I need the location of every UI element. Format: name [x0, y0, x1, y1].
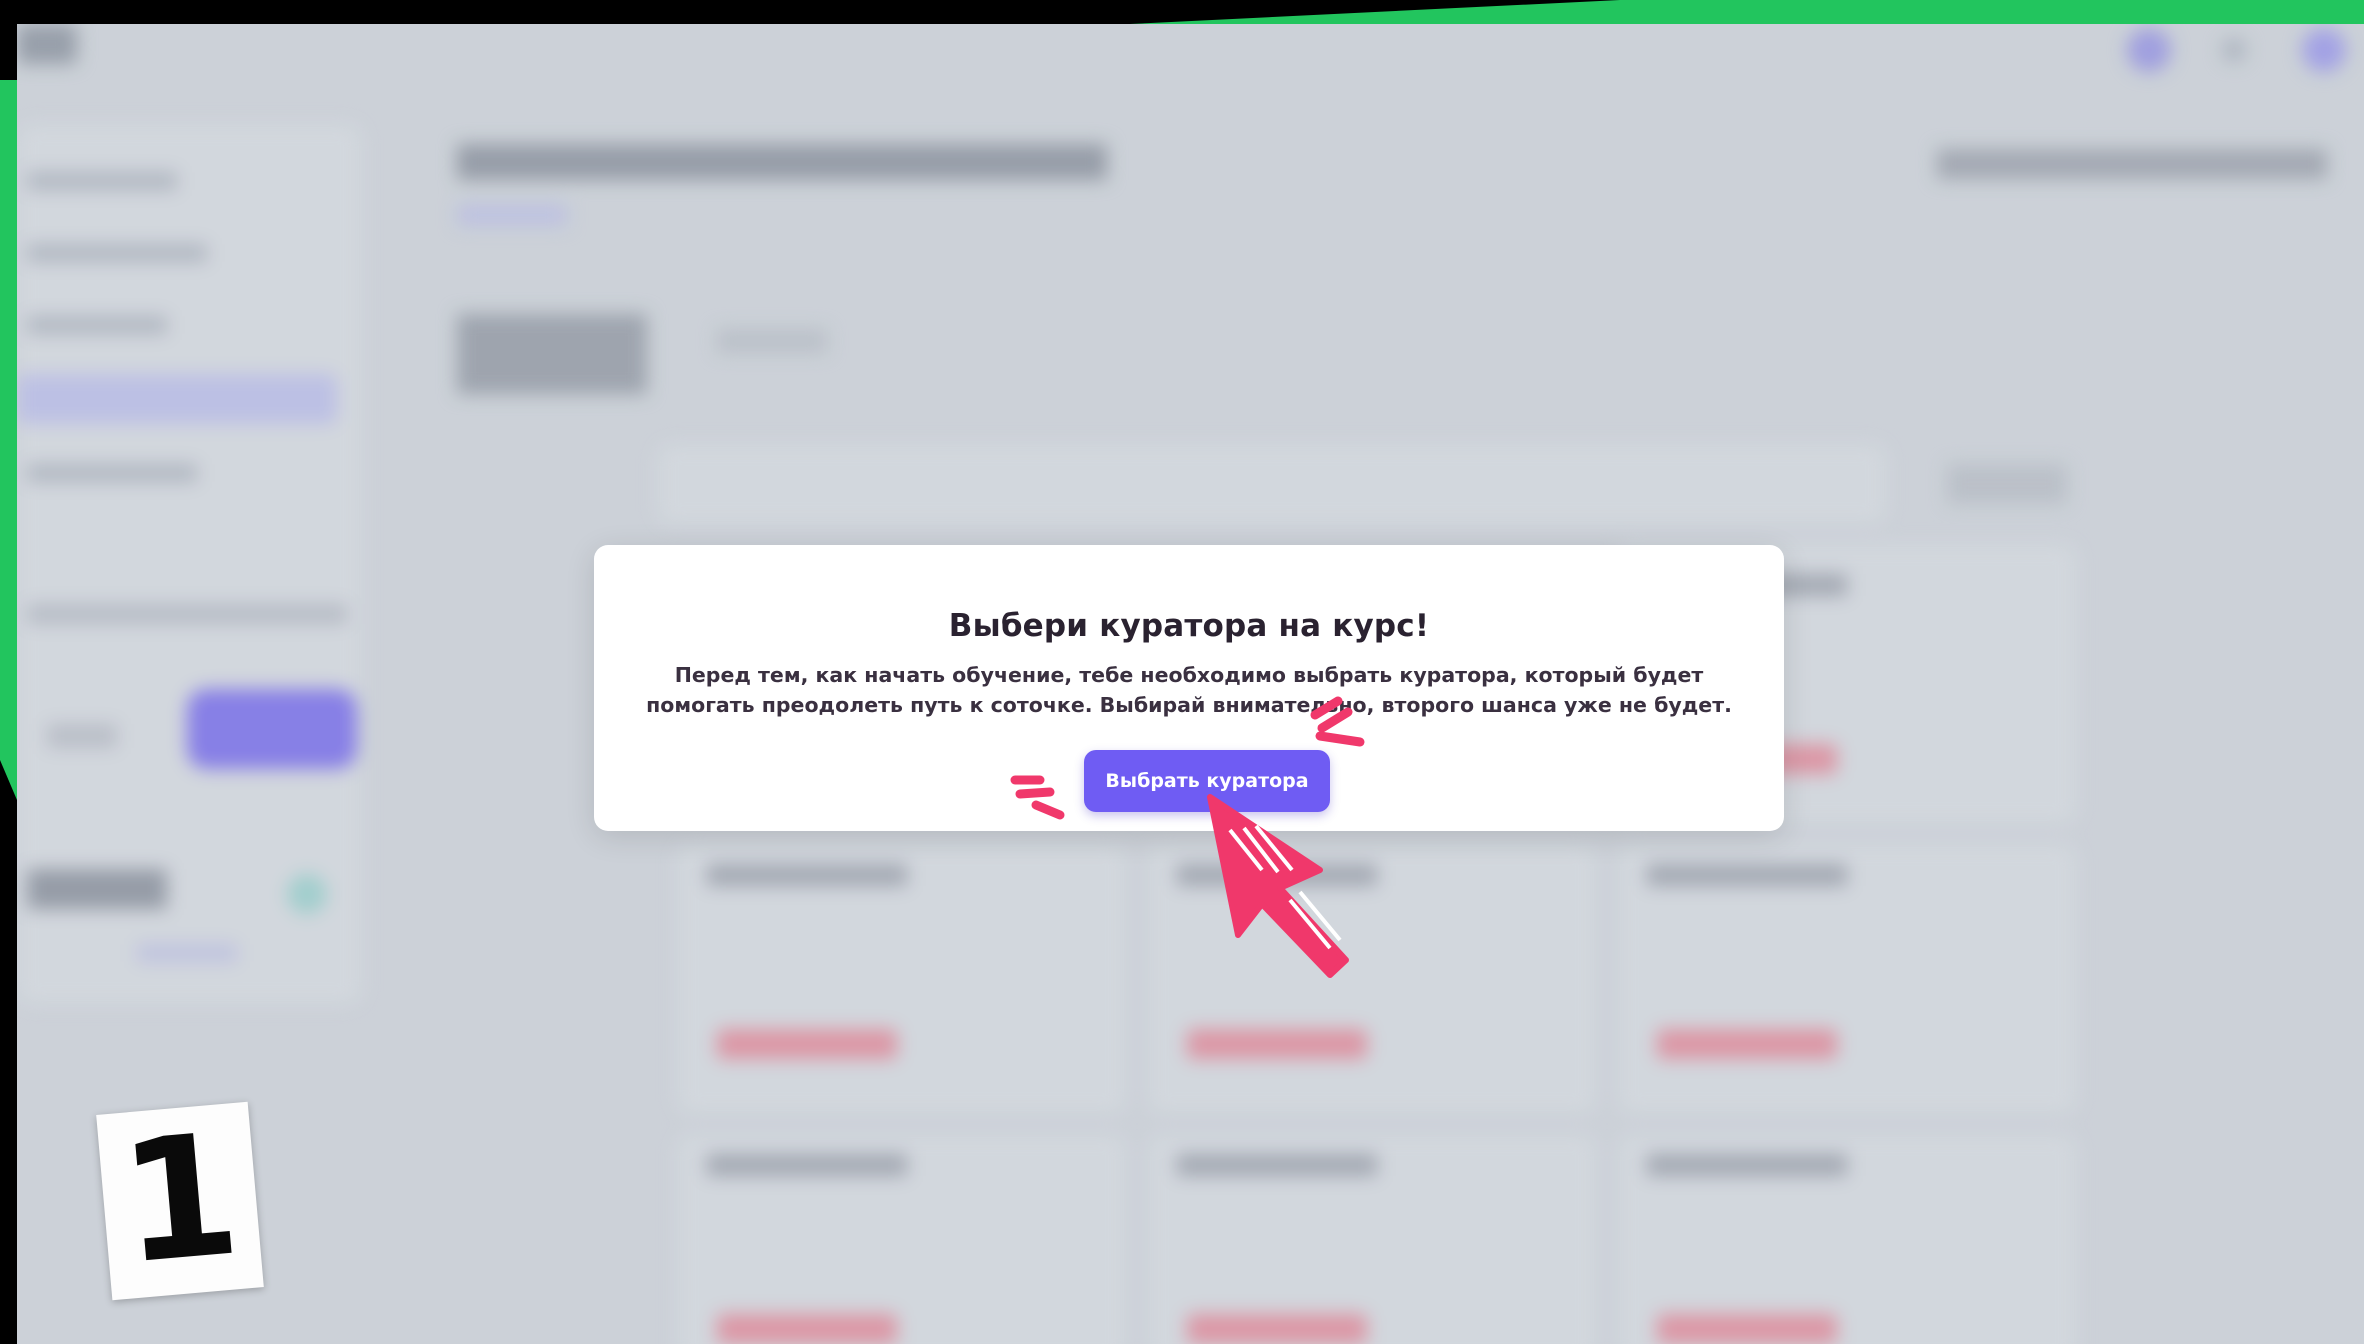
frame-green-left	[0, 80, 17, 800]
modal-description-line: помогать преодолеть путь к соточке. Выби…	[646, 693, 1732, 717]
step-number-badge: 1	[96, 1096, 264, 1302]
modal-title: Выбери куратора на курс!	[948, 608, 1430, 644]
app-screen: Выбери куратора на курс! Перед тем, как …	[17, 24, 2364, 1344]
step-number: 1	[113, 1096, 247, 1302]
choose-curator-button[interactable]: Выбрать куратора	[1084, 750, 1330, 812]
modal-description-line: Перед тем, как начать обучение, тебе нео…	[674, 663, 1704, 687]
modal-description: Перед тем, как начать обучение, тебе нео…	[634, 660, 1744, 720]
frame-green-top	[1130, 0, 2364, 24]
choose-curator-modal: Выбери куратора на курс! Перед тем, как …	[594, 545, 1784, 831]
